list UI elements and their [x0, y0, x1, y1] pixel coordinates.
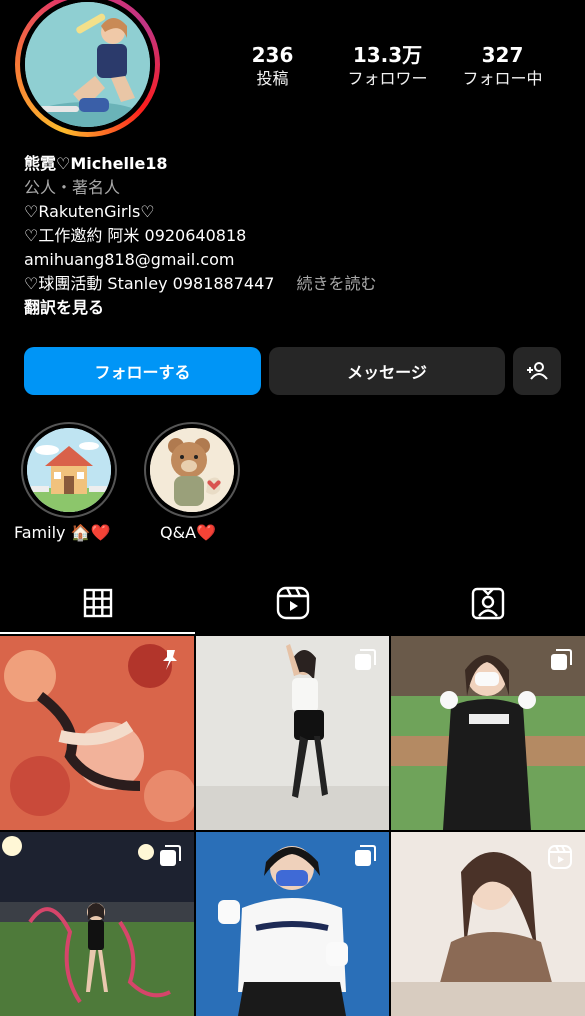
highlight-family-label: Family 🏠❤️ [14, 523, 111, 542]
pin-icon [163, 650, 177, 670]
stat-posts-label: 投稿 [256, 69, 289, 88]
carousel-icon [355, 649, 376, 670]
reels-badge [547, 844, 573, 874]
post-tile[interactable] [0, 832, 194, 1016]
highlight-qa[interactable] [144, 422, 240, 518]
profile-bio: 熊霓♡Michelle18 公人・著名人 ♡RakutenGirls♡ ♡工作邀… [24, 152, 564, 320]
profile-category: 公人・著名人 [24, 178, 121, 197]
stat-following[interactable]: 327 フォロー中 [445, 42, 560, 90]
reels-icon [548, 845, 572, 869]
teddy-bear-icon [150, 428, 234, 512]
suggest-users-button[interactable] [513, 347, 561, 395]
person-plus-icon [527, 362, 548, 380]
tagged-icon [471, 587, 504, 620]
message-button[interactable]: メッセージ [269, 347, 505, 395]
bio-line: ♡RakutenGirls♡ [24, 202, 155, 221]
tab-tagged[interactable] [390, 572, 585, 634]
carousel-badge [353, 648, 377, 676]
follow-button[interactable]: フォローする [24, 347, 261, 395]
see-translation-link[interactable]: 翻訳を見る [24, 296, 564, 320]
highlight-qa-label: Q&A❤️ [160, 523, 216, 542]
pin-badge [158, 648, 182, 676]
bio-line: ♡工作邀約 阿米 0920640818 [24, 226, 247, 245]
avatar-photo [25, 2, 150, 127]
carousel-icon [355, 845, 376, 866]
post-tile[interactable] [0, 636, 194, 830]
follow-button-label: フォローする [94, 363, 191, 382]
profile-stats: 236 投稿 13.3万 フォロワー 327 フォロー中 [215, 42, 560, 90]
stat-followers-label: フォロワー [347, 69, 428, 88]
message-button-label: メッセージ [347, 363, 427, 382]
stat-following-label: フォロー中 [462, 69, 543, 88]
stat-followers-value: 13.3万 [352, 43, 423, 67]
carousel-badge [158, 844, 182, 872]
highlight-family[interactable] [21, 422, 117, 518]
stat-followers[interactable]: 13.3万 フォロワー [330, 42, 445, 90]
tab-reels[interactable] [195, 572, 390, 634]
carousel-icon [160, 845, 181, 866]
avatar-illustration [25, 2, 150, 127]
bio-line-with-more: ♡球團活動 Stanley 0981887447 続きを読む [24, 272, 564, 296]
profile-avatar[interactable] [15, 0, 160, 137]
tab-posts-grid[interactable] [0, 572, 195, 634]
stat-posts-value: 236 [251, 43, 294, 67]
house-icon [27, 428, 111, 512]
post-tile[interactable] [391, 832, 585, 1016]
stat-posts[interactable]: 236 投稿 [215, 42, 330, 90]
grid-icon [83, 588, 112, 618]
profile-tabs [0, 572, 585, 634]
post-tile[interactable] [196, 636, 389, 830]
stat-following-value: 327 [481, 43, 524, 67]
post-tile[interactable] [391, 636, 585, 830]
profile-name: 熊霓♡Michelle18 [24, 154, 168, 173]
carousel-badge [353, 844, 377, 872]
reels-icon [276, 586, 309, 620]
bio-line: ♡球團活動 Stanley 0981887447 [24, 274, 275, 293]
read-more-link[interactable]: 続きを読む [296, 274, 376, 293]
post-tile[interactable] [196, 832, 389, 1016]
bio-email-link[interactable]: amihuang818@gmail.com [24, 248, 564, 272]
carousel-icon [551, 649, 572, 670]
carousel-badge [549, 648, 573, 676]
